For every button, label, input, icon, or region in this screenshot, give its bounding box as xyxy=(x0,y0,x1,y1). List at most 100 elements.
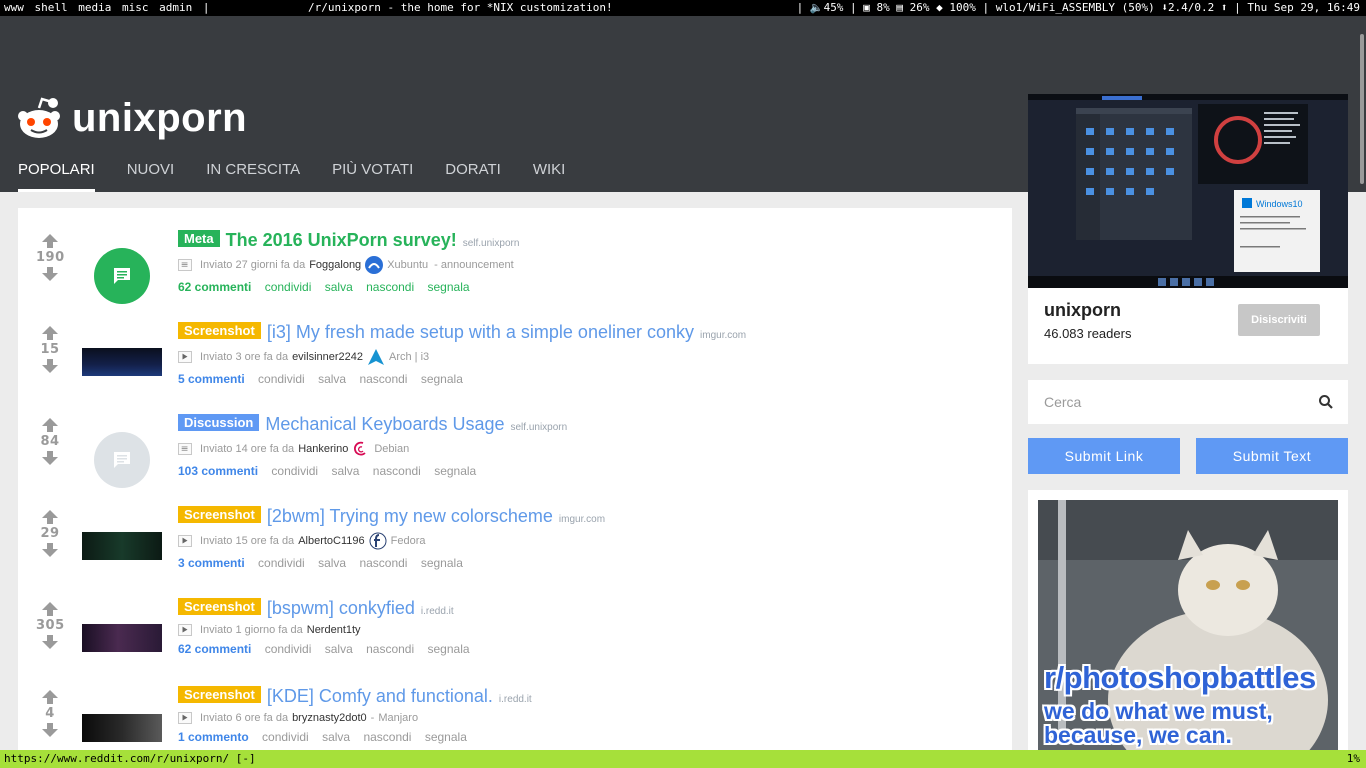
share-link[interactable]: condividi xyxy=(265,280,312,294)
upvote-icon[interactable] xyxy=(42,602,58,616)
scrollbar[interactable] xyxy=(1360,34,1364,184)
post-author[interactable]: bryznasty2dot0 xyxy=(292,712,367,724)
report-link[interactable]: segnala xyxy=(428,280,470,294)
expand-video-icon[interactable] xyxy=(178,535,192,547)
comments-link[interactable]: 62 commenti xyxy=(178,642,251,656)
share-link[interactable]: condividi xyxy=(271,464,318,478)
comments-link[interactable]: 1 commento xyxy=(178,730,249,744)
subreddit-card: unixporn 46.083 readers Disiscriviti xyxy=(1028,288,1348,364)
tab-in-crescita[interactable]: IN CRESCITA xyxy=(206,160,300,192)
current-url: https://www.reddit.com/r/unixporn/ [-] xyxy=(4,752,256,765)
post-thumbnail[interactable] xyxy=(82,348,162,376)
post-domain[interactable]: i.redd.it xyxy=(499,694,532,705)
post-domain[interactable]: imgur.com xyxy=(559,514,605,525)
expand-text-icon[interactable] xyxy=(178,443,192,455)
expand-video-icon[interactable] xyxy=(178,624,192,636)
brand[interactable]: unixporn xyxy=(16,94,247,142)
hide-link[interactable]: nascondi xyxy=(366,280,414,294)
hide-link[interactable]: nascondi xyxy=(359,556,407,570)
report-link[interactable]: segnala xyxy=(434,464,476,478)
save-link[interactable]: salva xyxy=(331,464,359,478)
tab-wiki[interactable]: WIKI xyxy=(533,160,566,192)
post-score: 305 xyxy=(36,618,65,633)
share-link[interactable]: condividi xyxy=(265,642,312,656)
save-link[interactable]: salva xyxy=(325,280,353,294)
self-post-thumbnail[interactable] xyxy=(94,248,150,304)
post-author[interactable]: Foggalong xyxy=(309,259,361,271)
tab-nuovi[interactable]: NUOVI xyxy=(127,160,175,192)
expand-video-icon[interactable] xyxy=(178,351,192,363)
share-link[interactable]: condividi xyxy=(262,730,309,744)
expand-text-icon[interactable] xyxy=(178,259,192,271)
search-icon[interactable] xyxy=(1318,394,1334,410)
post-domain[interactable]: imgur.com xyxy=(700,330,746,341)
comments-link[interactable]: 103 commenti xyxy=(178,464,258,478)
workspace-tag[interactable]: www xyxy=(4,1,24,14)
hide-link[interactable]: nascondi xyxy=(363,730,411,744)
save-link[interactable]: salva xyxy=(322,730,350,744)
workspace-tag[interactable]: misc xyxy=(122,1,149,14)
downvote-icon[interactable] xyxy=(42,451,58,465)
search-box xyxy=(1028,380,1348,424)
post-domain[interactable]: i.redd.it xyxy=(421,606,454,617)
save-link[interactable]: salva xyxy=(325,642,353,656)
downvote-icon[interactable] xyxy=(42,267,58,281)
submit-link-button[interactable]: Submit Link xyxy=(1028,438,1180,474)
hide-link[interactable]: nascondi xyxy=(366,642,414,656)
downvote-icon[interactable] xyxy=(42,359,58,373)
post-title[interactable]: [bspwm] conkyfied xyxy=(267,598,415,618)
ad-image[interactable]: r/photoshopbattles we do what we must, b… xyxy=(1038,500,1338,750)
post-author[interactable]: Hankerino xyxy=(298,443,348,455)
post-domain[interactable]: self.unixporn xyxy=(511,422,568,433)
post-flair: Screenshot xyxy=(178,686,261,703)
downvote-icon[interactable] xyxy=(42,635,58,649)
report-link[interactable]: segnala xyxy=(421,556,463,570)
submit-text-button[interactable]: Submit Text xyxy=(1196,438,1348,474)
post-thumbnail[interactable] xyxy=(82,532,162,560)
unsubscribe-button[interactable]: Disiscriviti xyxy=(1238,304,1320,336)
post-meta: Inviato 14 ore fa da Hankerino Debian xyxy=(178,440,567,458)
workspace-tag[interactable]: admin xyxy=(159,1,192,14)
post-title[interactable]: The 2016 UnixPorn survey! xyxy=(226,230,457,250)
upvote-icon[interactable] xyxy=(42,510,58,524)
upvote-icon[interactable] xyxy=(42,326,58,340)
tab-dorati[interactable]: DORATI xyxy=(445,160,501,192)
post-thumbnail[interactable] xyxy=(82,714,162,742)
hide-link[interactable]: nascondi xyxy=(359,372,407,386)
hide-link[interactable]: nascondi xyxy=(373,464,421,478)
expand-video-icon[interactable] xyxy=(178,712,192,724)
downvote-icon[interactable] xyxy=(42,543,58,557)
post-meta: Inviato 15 ore fa da AlbertoC1196 Fedora xyxy=(178,532,605,550)
upvote-icon[interactable] xyxy=(42,418,58,432)
share-link[interactable]: condividi xyxy=(258,372,305,386)
upvote-icon[interactable] xyxy=(42,234,58,248)
share-link[interactable]: condividi xyxy=(258,556,305,570)
workspace-tag[interactable]: shell xyxy=(35,1,68,14)
post-title[interactable]: [i3] My fresh made setup with a simple o… xyxy=(267,322,694,342)
post-title[interactable]: [2bwm] Trying my new colorscheme xyxy=(267,506,553,526)
self-post-thumbnail[interactable] xyxy=(94,432,150,488)
post-author[interactable]: Nerdent1ty xyxy=(307,624,361,636)
report-link[interactable]: segnala xyxy=(428,642,470,656)
vote-column: 29 xyxy=(36,510,64,557)
sidebar: Windows10 unixporn 46.083 readers Disisc… xyxy=(1028,94,1348,750)
post-domain[interactable]: self.unixporn xyxy=(463,238,520,249)
comments-link[interactable]: 62 commenti xyxy=(178,280,251,294)
post-title[interactable]: Mechanical Keyboards Usage xyxy=(265,414,504,434)
report-link[interactable]: segnala xyxy=(425,730,467,744)
workspace-tag[interactable]: media xyxy=(78,1,111,14)
search-input[interactable] xyxy=(1034,386,1304,418)
save-link[interactable]: salva xyxy=(318,556,346,570)
post-title[interactable]: [KDE] Comfy and functional. xyxy=(267,686,493,706)
comments-link[interactable]: 3 commenti xyxy=(178,556,245,570)
post-author[interactable]: evilsinner2242 xyxy=(292,351,363,363)
save-link[interactable]: salva xyxy=(318,372,346,386)
downvote-icon[interactable] xyxy=(42,723,58,737)
post-author[interactable]: AlbertoC1196 xyxy=(298,535,364,547)
report-link[interactable]: segnala xyxy=(421,372,463,386)
comments-link[interactable]: 5 commenti xyxy=(178,372,245,386)
tab-piu-votati[interactable]: PIÙ VOTATI xyxy=(332,160,413,192)
upvote-icon[interactable] xyxy=(42,690,58,704)
tab-popolari[interactable]: POPOLARI xyxy=(18,160,95,192)
post-thumbnail[interactable] xyxy=(82,624,162,652)
